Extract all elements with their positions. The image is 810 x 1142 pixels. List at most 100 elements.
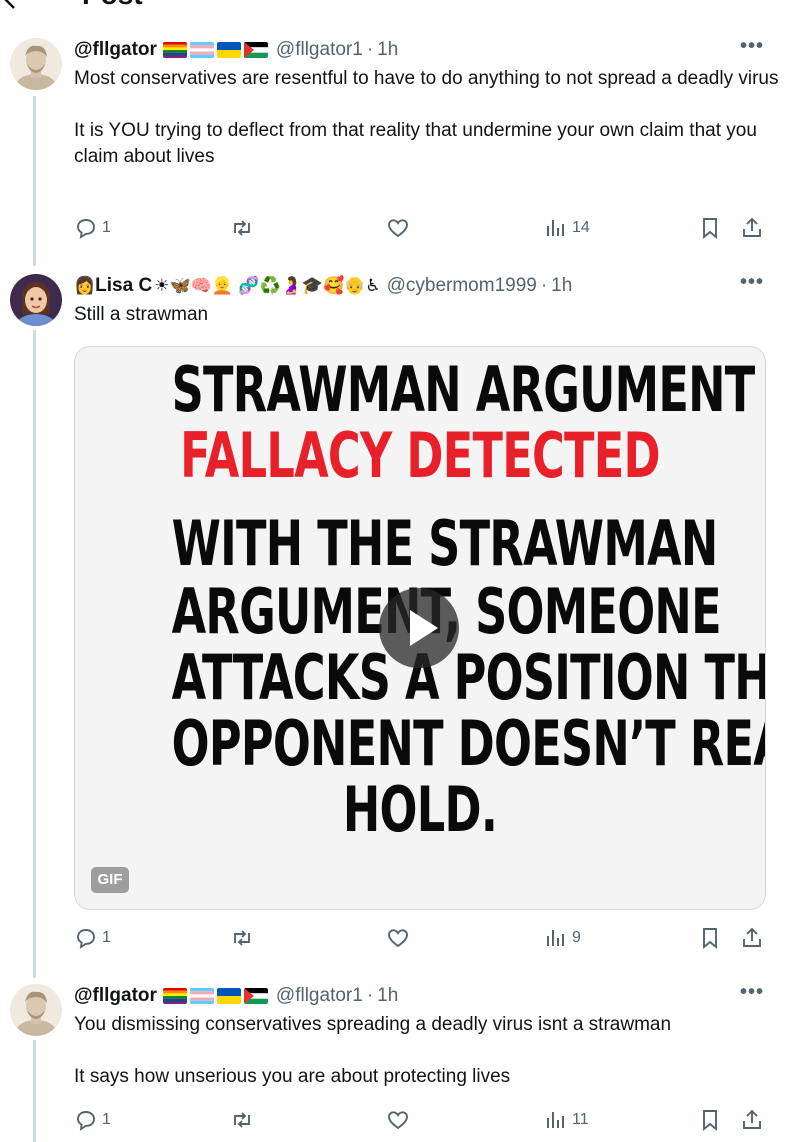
views-button[interactable]: 14 xyxy=(544,216,590,240)
view-count: 11 xyxy=(572,1111,589,1128)
post-header: @fllgator @fllgator1 · 1h xyxy=(74,984,800,1008)
reply-button[interactable]: 1 xyxy=(74,216,111,240)
views-button[interactable]: 11 xyxy=(544,1108,589,1132)
post-header: @fllgator @fllgator1 · 1h xyxy=(74,38,800,62)
post-paragraph: It says how unserious you are about prot… xyxy=(74,1066,511,1087)
bookmark-button[interactable] xyxy=(698,926,722,950)
share-icon xyxy=(743,927,761,947)
reply-icon xyxy=(77,929,95,949)
repost-button[interactable] xyxy=(230,926,254,950)
post-paragraph: Most conservatives are resentful to have… xyxy=(74,68,779,89)
display-name[interactable]: Lisa C xyxy=(95,275,152,297)
more-options-icon[interactable]: ••• xyxy=(740,272,764,292)
thread-connector xyxy=(33,330,36,978)
separator: · xyxy=(366,39,374,60)
like-button[interactable] xyxy=(386,926,410,950)
repost-button[interactable] xyxy=(230,216,254,240)
bookmark-button[interactable] xyxy=(698,216,722,240)
rainbow-flag-icon xyxy=(162,988,187,1004)
timestamp[interactable]: 1h xyxy=(551,275,572,297)
gif-text-line: HOLD. xyxy=(342,773,498,846)
repost-icon xyxy=(234,1112,250,1128)
ukraine-flag-icon xyxy=(216,988,241,1004)
reply-button[interactable]: 1 xyxy=(74,1108,111,1132)
user-handle[interactable]: @fllgator1 xyxy=(276,39,363,61)
separator: · xyxy=(366,985,374,1006)
post-text: You dismissing conservatives spreading a… xyxy=(74,1012,800,1090)
user-handle[interactable]: @cybermom1999 xyxy=(387,275,537,297)
share-icon xyxy=(743,217,761,237)
name-flags xyxy=(162,988,268,1004)
statue-avatar-icon xyxy=(10,38,62,90)
bookmark-button[interactable] xyxy=(698,1108,722,1132)
gif-text-line: STRAWMAN ARGUMENT xyxy=(171,353,756,426)
like-button[interactable] xyxy=(386,1108,410,1132)
views-button[interactable]: 9 xyxy=(544,926,581,950)
post-actions: 1 11 xyxy=(74,1108,774,1136)
bookmark-icon xyxy=(703,928,717,950)
share-button[interactable] xyxy=(740,1108,764,1132)
gif-text-line: OPPONENT DOESN’T REALLY xyxy=(171,707,765,780)
repost-button[interactable] xyxy=(230,1108,254,1132)
back-arrow-icon[interactable] xyxy=(2,0,26,10)
avatar[interactable] xyxy=(10,984,62,1036)
play-icon[interactable] xyxy=(379,588,459,668)
post-header: 👩 Lisa C ☀🦋🧠👱 🧬♻️🤰🎓🥰👴♿ @cybermom1999 · 1… xyxy=(74,274,800,298)
separator: · xyxy=(540,275,548,296)
gif-text-line: WITH THE STRAWMAN xyxy=(171,507,719,580)
bookmark-icon xyxy=(703,1110,717,1132)
post-actions: 1 14 xyxy=(74,216,774,244)
memoji-avatar-icon xyxy=(10,274,62,326)
name-emojis: ☀🦋🧠👱 🧬♻️🤰🎓🥰👴♿ xyxy=(154,276,381,296)
share-button[interactable] xyxy=(740,926,764,950)
share-icon xyxy=(743,1109,761,1129)
view-count: 9 xyxy=(572,929,581,946)
avatar[interactable] xyxy=(10,274,62,326)
heart-icon xyxy=(388,219,408,238)
reply-count: 1 xyxy=(102,929,111,946)
palestine-flag-icon xyxy=(243,42,268,58)
share-button[interactable] xyxy=(740,216,764,240)
post-actions: 1 9 xyxy=(74,926,774,954)
analytics-icon xyxy=(547,930,564,946)
transgender-flag-icon xyxy=(189,988,214,1004)
post-text: Most conservatives are resentful to have… xyxy=(74,66,800,170)
gif-text-line: FALLACY DETECTED xyxy=(180,419,660,492)
reply-button[interactable]: 1 xyxy=(74,926,111,950)
timestamp[interactable]: 1h xyxy=(377,985,398,1007)
reply-icon xyxy=(77,219,95,239)
gif-badge: GIF xyxy=(91,867,129,893)
view-count: 14 xyxy=(572,219,590,236)
avatar[interactable] xyxy=(10,38,62,90)
page-title: Post xyxy=(82,0,143,12)
post-paragraph: Still a strawman xyxy=(74,304,209,325)
display-name[interactable]: @fllgator xyxy=(74,39,157,61)
woman-laptop-icon: 👩 xyxy=(74,276,96,296)
post-thread: Post @fllgator xyxy=(0,0,810,1142)
repost-icon xyxy=(234,220,250,236)
rainbow-flag-icon xyxy=(162,42,187,58)
timestamp[interactable]: 1h xyxy=(377,39,398,61)
display-name[interactable]: @fllgator xyxy=(74,985,157,1007)
reply-count: 1 xyxy=(102,1111,111,1128)
analytics-icon xyxy=(547,220,564,236)
ukraine-flag-icon xyxy=(216,42,241,58)
thread-connector xyxy=(33,96,36,266)
like-button[interactable] xyxy=(386,216,410,240)
page-header: Post xyxy=(0,0,810,12)
thread-connector xyxy=(33,1040,36,1142)
transgender-flag-icon xyxy=(189,42,214,58)
more-options-icon[interactable]: ••• xyxy=(740,36,764,56)
repost-icon xyxy=(234,930,250,946)
post-text: Still a strawman xyxy=(74,302,800,328)
reply-icon xyxy=(77,1111,95,1131)
reply-count: 1 xyxy=(102,219,111,236)
post-paragraph: It is YOU trying to deflect from that re… xyxy=(74,120,757,167)
analytics-icon xyxy=(547,1112,564,1128)
user-handle[interactable]: @fllgator1 xyxy=(276,985,363,1007)
gif-media[interactable]: STRAWMAN ARGUMENT FALLACY DETECTED WITH … xyxy=(74,346,766,910)
heart-icon xyxy=(388,929,408,948)
heart-icon xyxy=(388,1111,408,1130)
name-flags xyxy=(162,42,268,58)
more-options-icon[interactable]: ••• xyxy=(740,982,764,1002)
